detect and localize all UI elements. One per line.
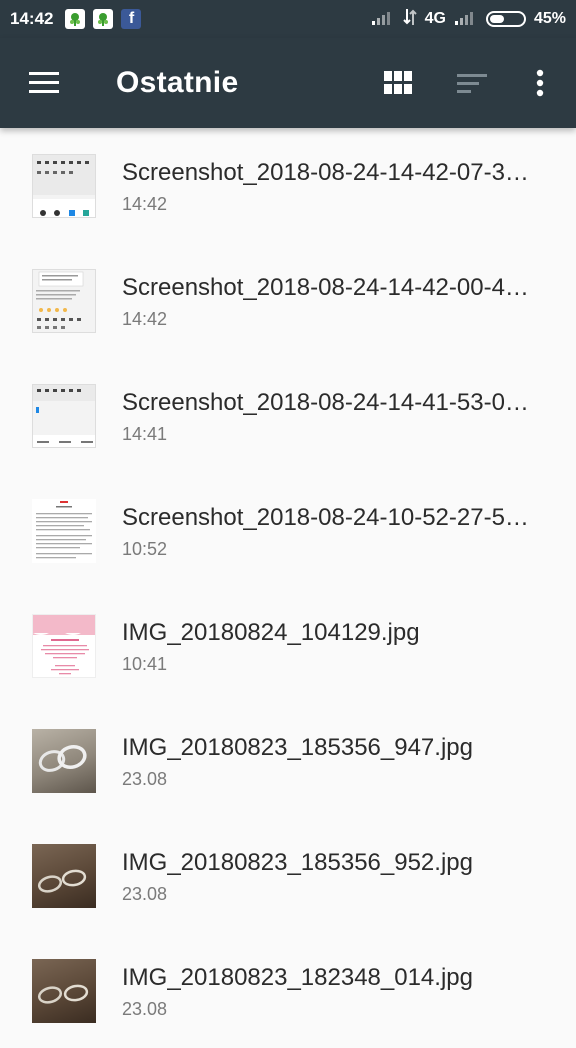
image-thumbnail: [32, 844, 96, 908]
grid-view-icon: [384, 71, 412, 94]
battery-percent: 45%: [533, 10, 566, 27]
file-list-item[interactable]: IMG_20180823_185356_947.jpg 23.08: [0, 703, 576, 818]
file-name: Screenshot_2018-08-24-14-42-00-4…: [122, 274, 529, 301]
file-time: 14:41: [122, 424, 168, 444]
file-time: 23.08: [122, 769, 168, 789]
sort-button[interactable]: [450, 63, 494, 103]
grid-view-button[interactable]: [376, 63, 420, 103]
file-list-item[interactable]: IMG_20180823_182348_014.jpg 23.08: [0, 933, 576, 1048]
screenshot-thumbnail: [32, 499, 96, 563]
file-time: 14:42: [122, 309, 168, 329]
screenshot-thumbnail: [32, 154, 96, 218]
file-time: 14:42: [122, 194, 168, 214]
more-options-button[interactable]: [522, 63, 558, 103]
app-bar: Ostatnie: [0, 38, 576, 128]
more-vert-icon: [536, 69, 544, 97]
battery-icon: [485, 11, 526, 27]
file-time: 10:52: [122, 539, 168, 559]
page-title: Ostatnie: [116, 66, 239, 99]
signal-icon: [371, 9, 395, 30]
status-bar: 14:42 f 4G 45%: [0, 0, 576, 38]
file-name: Screenshot_2018-08-24-10-52-27-5…: [122, 504, 529, 531]
data-transfer-icon: [402, 8, 417, 31]
file-name: Screenshot_2018-08-24-14-41-53-0…: [122, 389, 529, 416]
file-list-item[interactable]: IMG_20180824_104129.jpg 10:41: [0, 588, 576, 703]
file-name: IMG_20180823_185356_947.jpg: [122, 734, 473, 761]
menu-icon: [29, 72, 59, 93]
image-thumbnail: [32, 729, 96, 793]
menu-button[interactable]: [22, 63, 66, 103]
status-time: 14:42: [10, 9, 54, 28]
network-type: 4G: [424, 10, 446, 27]
file-name: IMG_20180823_182348_014.jpg: [122, 964, 473, 991]
facebook-icon: f: [121, 9, 142, 29]
file-list-item[interactable]: Screenshot_2018-08-24-14-42-00-4… 14:42: [0, 243, 576, 358]
signal-icon: [454, 9, 478, 30]
file-time: 23.08: [122, 884, 168, 904]
file-name: IMG_20180824_104129.jpg: [122, 619, 420, 646]
screenshot-thumbnail: [32, 269, 96, 333]
image-thumbnail: [32, 614, 96, 678]
leaf-app-icon: [65, 9, 86, 29]
file-time: 23.08: [122, 999, 168, 1019]
file-list-item[interactable]: Screenshot_2018-08-24-14-41-53-0… 14:41: [0, 358, 576, 473]
sort-icon: [457, 74, 487, 93]
image-thumbnail: [32, 959, 96, 1023]
file-list: Screenshot_2018-08-24-14-42-07-3… 14:42 …: [0, 128, 576, 1048]
battery-level: [489, 15, 505, 23]
leaf-app-icon: [93, 9, 114, 29]
screenshot-thumbnail: [32, 384, 96, 448]
file-time: 10:41: [122, 654, 168, 674]
file-list-item[interactable]: IMG_20180823_185356_952.jpg 23.08: [0, 818, 576, 933]
file-name: IMG_20180823_185356_952.jpg: [122, 849, 473, 876]
file-list-item[interactable]: Screenshot_2018-08-24-14-42-07-3… 14:42: [0, 128, 576, 243]
file-list-item[interactable]: Screenshot_2018-08-24-10-52-27-5… 10:52: [0, 473, 576, 588]
file-name: Screenshot_2018-08-24-14-42-07-3…: [122, 159, 529, 186]
